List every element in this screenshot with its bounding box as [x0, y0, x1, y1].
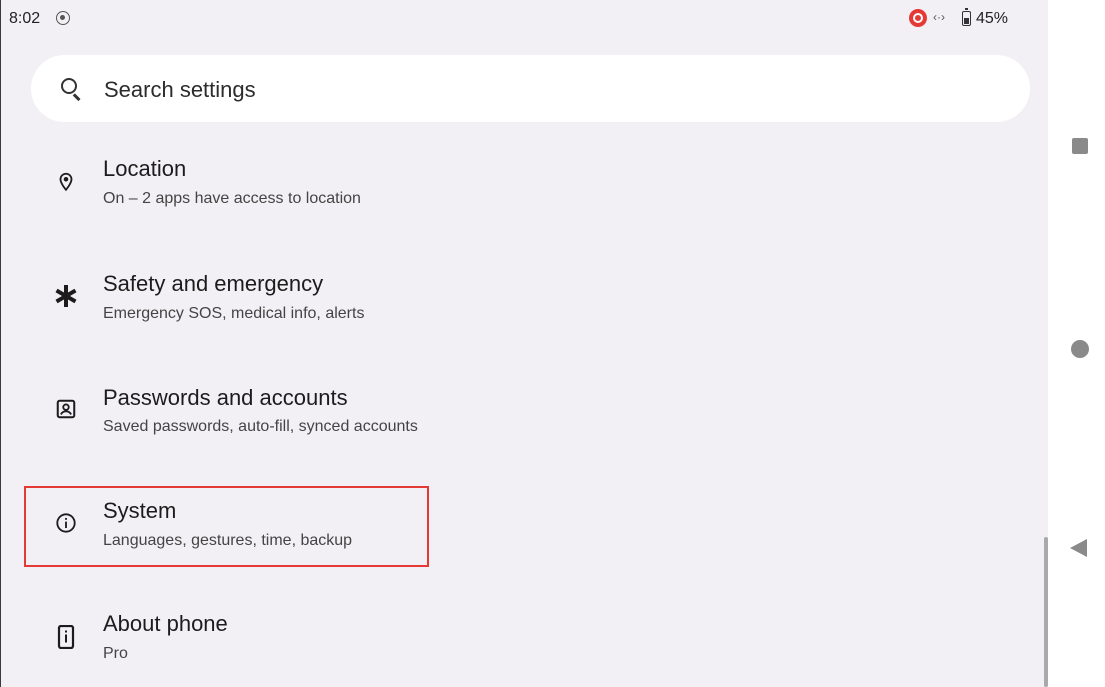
search-icon [61, 78, 77, 94]
status-bar: 8:02 ‹·› 45% [1, 0, 1048, 38]
data-transfer-icon: ‹·› [933, 10, 945, 24]
phone-info-icon [53, 624, 79, 650]
settings-item-title: Safety and emergency [103, 271, 324, 296]
settings-item-passwords-accounts[interactable]: Passwords and accounts Saved passwords, … [1, 380, 1041, 450]
search-bar[interactable]: Search settings [31, 55, 1030, 122]
settings-item-subtitle: Emergency SOS, medical info, alerts [103, 305, 365, 322]
location-pin-icon [53, 169, 79, 195]
settings-item-safety-emergency[interactable]: Safety and emergency Emergency SOS, medi… [1, 265, 1041, 335]
battery-percentage: 45% [976, 10, 1009, 27]
asterisk-icon [53, 283, 79, 309]
battery-icon [962, 8, 971, 26]
account-box-icon [53, 396, 79, 422]
navigation-bar [1048, 0, 1105, 687]
settings-item-subtitle: On – 2 apps have access to location [103, 190, 361, 207]
status-time: 8:02 [9, 10, 41, 27]
home-button[interactable] [1071, 340, 1089, 358]
settings-item-subtitle: Pro [103, 645, 128, 662]
selection-highlight-box [24, 486, 429, 567]
cast-icon [909, 9, 927, 27]
settings-item-title: Passwords and accounts [103, 385, 348, 410]
settings-item-location[interactable]: Location On – 2 apps have access to loca… [1, 150, 1041, 220]
settings-item-title: Location [103, 156, 187, 181]
back-button[interactable] [1070, 539, 1087, 557]
settings-item-title: About phone [103, 611, 228, 636]
settings-screen: 8:02 ‹·› 45% Search settings Location On… [0, 0, 1048, 687]
search-placeholder: Search settings [104, 77, 256, 102]
settings-item-about-phone[interactable]: About phone Pro [1, 605, 1041, 675]
settings-item-subtitle: Saved passwords, auto-fill, synced accou… [103, 418, 418, 435]
screen-record-icon [56, 11, 70, 25]
recents-button[interactable] [1072, 138, 1088, 154]
